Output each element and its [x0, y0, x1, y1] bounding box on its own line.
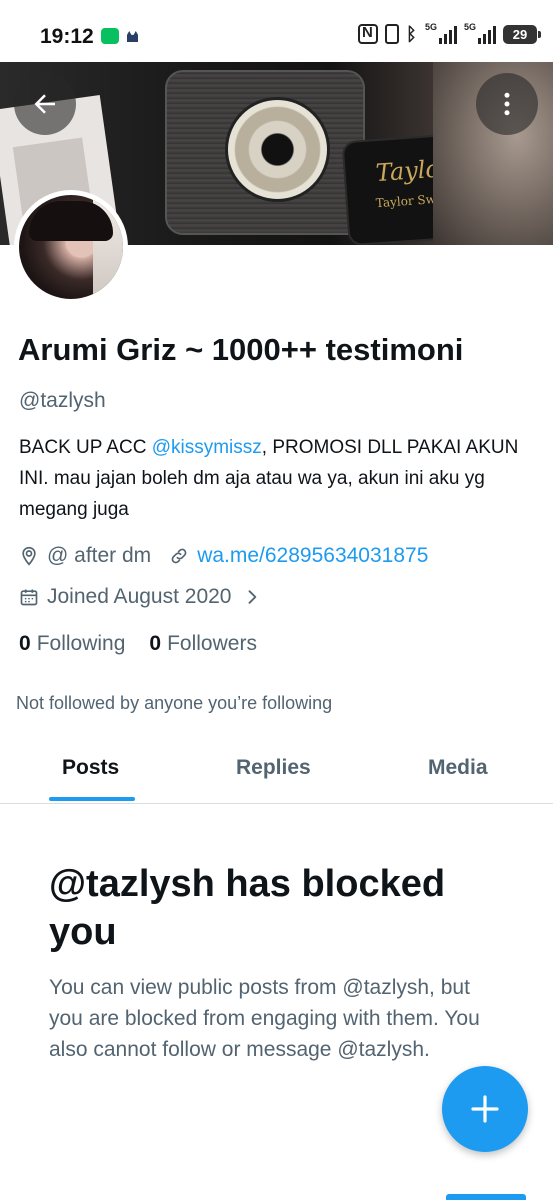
location-text: @ after dm — [47, 544, 152, 567]
profile-bio: BACK UP ACC @kissymissz, PROMOSI DLL PAK… — [19, 432, 539, 525]
network-type-label-2: 5G — [464, 22, 477, 32]
tab-media[interactable]: Media — [428, 756, 488, 780]
bio-mention-link[interactable]: @kissymissz — [152, 437, 262, 458]
not-followed-note: Not followed by anyone you’re following — [16, 693, 333, 713]
status-icons: ᛒ 5G 5G 29 — [358, 22, 541, 44]
tab-posts[interactable]: Posts — [62, 756, 119, 780]
wechat-notification-icon — [101, 28, 119, 44]
vibrate-icon — [385, 24, 399, 44]
following-label: Following — [36, 632, 126, 655]
active-tab-indicator — [49, 797, 135, 801]
followers-label: Followers — [167, 632, 257, 655]
profile-tabs: Posts Replies Media — [0, 740, 553, 804]
follow-stats: 0 Following 0 Followers — [19, 632, 257, 656]
bottom-nav-peek — [446, 1194, 526, 1200]
signal-icon: 5G — [425, 22, 457, 44]
network-type-label: 5G — [425, 22, 438, 32]
camera-lens — [225, 97, 330, 202]
bluetooth-icon: ᛒ — [406, 24, 417, 44]
compose-button[interactable] — [442, 1066, 528, 1152]
nfc-icon — [358, 24, 378, 44]
profile-meta-row: @ after dm wa.me/62895634031875 — [19, 544, 428, 568]
joined-row[interactable]: Joined August 2020 — [19, 585, 270, 609]
plus-icon — [471, 1095, 499, 1123]
tab-replies[interactable]: Replies — [236, 756, 311, 780]
chevron-right-icon — [248, 590, 256, 604]
battery-icon: 29 — [503, 24, 541, 44]
calendar-icon — [20, 589, 38, 606]
more-options-button[interactable] — [476, 73, 538, 135]
arrow-left-icon — [34, 94, 55, 114]
following-count: 0 — [19, 632, 31, 655]
followers-count: 0 — [149, 632, 162, 655]
profile-name: Arumi Griz ~ 1000++ testimoni — [18, 332, 464, 367]
following-link[interactable]: 0 Following — [19, 632, 125, 656]
location-pin-icon — [22, 546, 36, 566]
banner-camera — [165, 70, 365, 235]
back-button[interactable] — [14, 73, 76, 135]
avatar-image — [19, 195, 123, 299]
joined-text: Joined August 2020 — [47, 585, 232, 608]
website-link[interactable]: wa.me/62895634031875 — [197, 544, 428, 568]
status-bar: 19:12 ᛒ 5G 5G 29 — [0, 0, 553, 62]
blocked-title: @tazlysh has blocked you — [49, 863, 446, 953]
followers-link[interactable]: 0 Followers — [149, 632, 257, 656]
avatar[interactable] — [14, 190, 128, 304]
more-vertical-icon — [504, 92, 510, 116]
link-icon — [171, 548, 187, 564]
profile-handle: @tazlysh — [19, 389, 106, 412]
status-time: 19:12 — [40, 25, 94, 48]
signal-icon-2: 5G — [464, 22, 496, 44]
app-notification-icon — [127, 31, 138, 42]
bio-text-start: BACK UP ACC — [19, 437, 152, 458]
blocked-description: You can view public posts from @tazlysh,… — [49, 976, 480, 1061]
